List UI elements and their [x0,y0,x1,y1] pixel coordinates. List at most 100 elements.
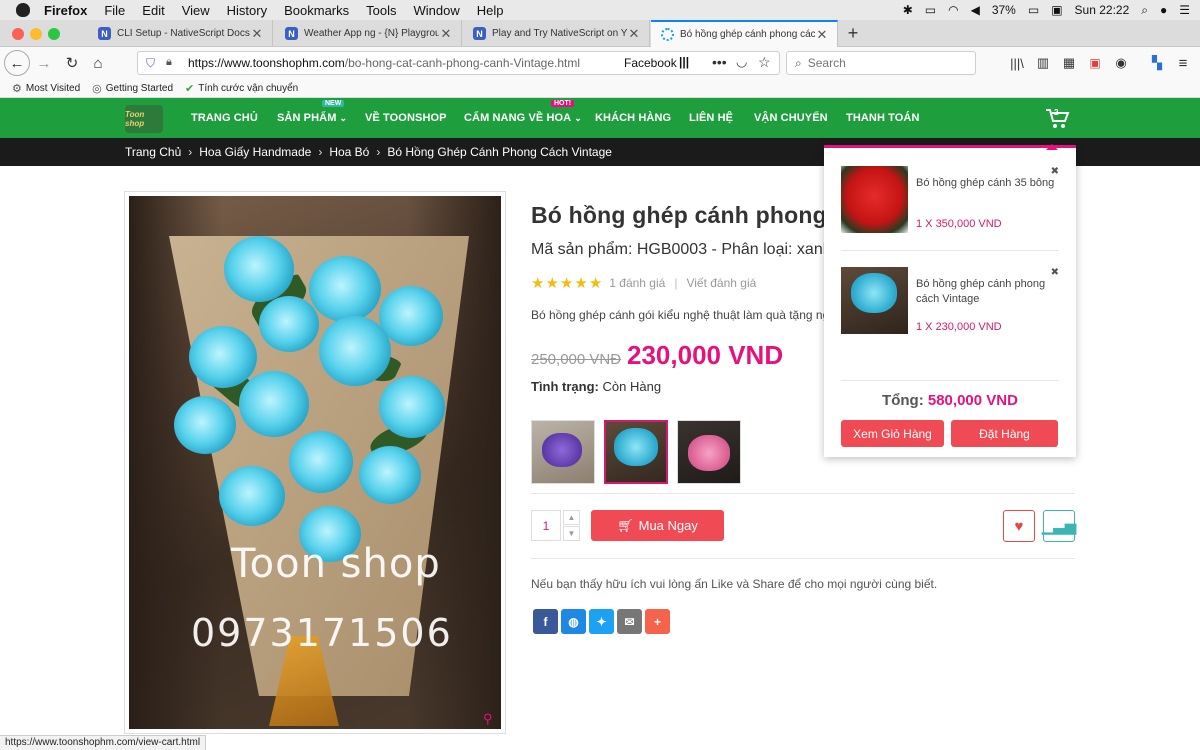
menu-history[interactable]: History [227,3,267,18]
close-tab-icon[interactable]: ✕ [627,26,641,42]
breadcrumb-category[interactable]: Hoa Giấy Handmade [199,145,311,159]
nav-customers[interactable]: KHÁCH HÀNG [595,98,671,138]
bluetooth-icon[interactable]: ✱ [903,3,913,17]
pocket-icon[interactable]: ◡ [736,54,747,70]
menu-tools[interactable]: Tools [366,3,396,18]
menu-window[interactable]: Window [414,3,460,18]
compare-button[interactable]: ▁▃▅ [1042,510,1076,542]
nav-contact[interactable]: LIÊN HỆ [689,98,733,138]
sidebar-icon[interactable]: ▥ [1034,51,1052,75]
close-window-button[interactable] [12,28,24,40]
zoom-window-button[interactable] [48,28,60,40]
nav-payment[interactable]: THANH TOÁN [846,98,920,138]
search-input[interactable]: ⌕ Search [786,51,976,75]
site-navbar: Toon shop TRANG CHỦ SẢN PHẨM ⌄ NEW VỀ TOO… [0,98,1200,138]
notification-center-icon[interactable]: ☰ [1179,3,1190,17]
menu-view[interactable]: View [182,3,210,18]
checkout-button[interactable]: Đặt Hàng [951,420,1058,447]
thumbnail-blue-selected[interactable] [604,420,668,484]
menu-file[interactable]: File [104,3,125,18]
cart-item-image[interactable] [841,166,908,233]
site-logo[interactable]: Toon shop [125,105,163,133]
browser-tab-active[interactable]: Bó hồng ghép cánh phong cách ✕ [651,20,838,47]
hamburger-menu-icon[interactable]: ≡ [1174,51,1192,75]
extension-icon[interactable]: ▦ [1060,51,1078,75]
forward-button[interactable]: → [34,51,54,75]
quantity-input[interactable]: 1 [531,510,561,541]
menu-help[interactable]: Help [477,3,504,18]
download-icon[interactable]: ▣ [1086,51,1104,75]
clock[interactable]: Sun 22:22 [1075,3,1130,17]
rating-count[interactable]: 1 đánh giá [609,276,665,290]
quantity-decrease-button[interactable]: ▼ [563,526,580,541]
input-source-icon[interactable]: ▣ [1051,3,1062,17]
thumbnail-pink[interactable] [677,420,741,484]
hot-badge: HOT! [551,100,575,107]
more-share-button[interactable]: + [645,609,670,634]
spotlight-icon[interactable]: ⌕ [1141,3,1148,18]
bookmark-star-icon[interactable]: ☆ [758,54,771,71]
bookmark-most-visited[interactable]: ⚙ Most Visited [12,82,80,95]
bookmark-shipping-rate[interactable]: ✔ Tính cước vận chuyển [185,82,298,95]
facebook-container-icon[interactable]: ||| [679,55,689,69]
divider [841,380,1059,381]
view-cart-button[interactable]: Xem Giỏ Hàng [841,420,944,447]
cart-item-name[interactable]: Bó hồng ghép cánh phong cách Vintage [916,277,1061,307]
app-menu[interactable]: Firefox [44,3,87,18]
facebook-container-label[interactable]: Facebook [624,56,677,70]
display-icon[interactable]: ▭ [925,3,936,17]
bookmark-getting-started[interactable]: ◎ Getting Started [92,82,173,95]
cart-button[interactable]: 2 [1044,105,1072,131]
remove-item-icon[interactable]: ✖ [1051,166,1059,177]
apple-icon[interactable] [16,3,30,17]
volume-icon[interactable]: ◀ [971,3,980,17]
wishlist-button[interactable]: ♥ [1003,510,1035,542]
tracking-shield-icon[interactable]: ⛉ [146,56,155,71]
star-rating[interactable]: ★★★★★ [531,274,603,292]
remove-item-icon[interactable]: ✖ [1051,267,1059,278]
close-tab-icon[interactable]: ✕ [439,26,453,42]
page-actions-icon[interactable]: ••• [712,54,727,70]
messenger-share-button[interactable]: ◍ [561,609,586,634]
facebook-share-button[interactable]: f [533,609,558,634]
product-main-image[interactable]: Toon shop 0973171506 ⚲ [124,191,506,734]
email-share-button[interactable]: ✉ [617,609,642,634]
new-tab-icon[interactable]: + [842,20,864,47]
cart-item-image[interactable] [841,267,908,334]
search-placeholder: Search [807,56,846,70]
url-bar[interactable]: ⛉ 🔒︎ https://www.toonshophm.com/bo-hong-… [137,51,780,75]
lock-icon[interactable]: 🔒︎ [166,56,172,69]
cart-item-qty-price: 1 X 230,000 VND [916,321,1002,333]
extensions-puzzle-icon[interactable]: ▚ [1148,51,1166,75]
back-button[interactable]: ← [4,50,30,76]
minimize-window-button[interactable] [30,28,42,40]
cart-icon: 🛒︎ [617,517,634,533]
menu-bookmarks[interactable]: Bookmarks [284,3,349,18]
siri-icon[interactable]: ● [1160,3,1167,17]
browser-tab[interactable]: N Play and Try NativeScript on Yo ✕ [463,20,650,47]
reload-button[interactable]: ↻ [62,51,82,75]
zoom-icon[interactable]: ⚲ [483,711,493,727]
thumbnail-purple[interactable] [531,420,595,484]
nav-home[interactable]: TRANG CHỦ [191,98,258,138]
nav-shipping[interactable]: VẬN CHUYỂN [754,98,828,138]
twitter-share-button[interactable]: ✦ [589,609,614,634]
buy-now-button[interactable]: 🛒︎ Mua Ngay [591,510,724,541]
breadcrumb-subcategory[interactable]: Hoa Bó [329,145,369,159]
account-icon[interactable]: ◉ [1112,51,1130,75]
breadcrumb-current: Bó Hồng Ghép Cánh Phong Cách Vintage [387,145,612,159]
home-button[interactable]: ⌂ [88,51,108,75]
quantity-increase-button[interactable]: ▲ [563,510,580,525]
write-review-link[interactable]: Viết đánh giá [686,276,756,290]
library-icon[interactable]: |||\ [1008,51,1026,75]
close-tab-icon[interactable]: ✕ [815,27,829,43]
battery-icon[interactable]: ▭ [1028,3,1039,17]
breadcrumb-home[interactable]: Trang Chủ [125,145,181,159]
browser-tab[interactable]: N CLI Setup - NativeScript Docs ✕ [88,20,273,47]
wifi-icon[interactable]: ◠ [948,3,958,17]
menu-edit[interactable]: Edit [142,3,164,18]
nav-about[interactable]: VỀ TOONSHOP [365,98,447,138]
browser-tab[interactable]: N Weather App ng - {N} Playground ✕ [275,20,462,47]
cart-item-name[interactable]: Bó hồng ghép cánh 35 bông [916,176,1061,191]
close-tab-icon[interactable]: ✕ [250,26,264,42]
